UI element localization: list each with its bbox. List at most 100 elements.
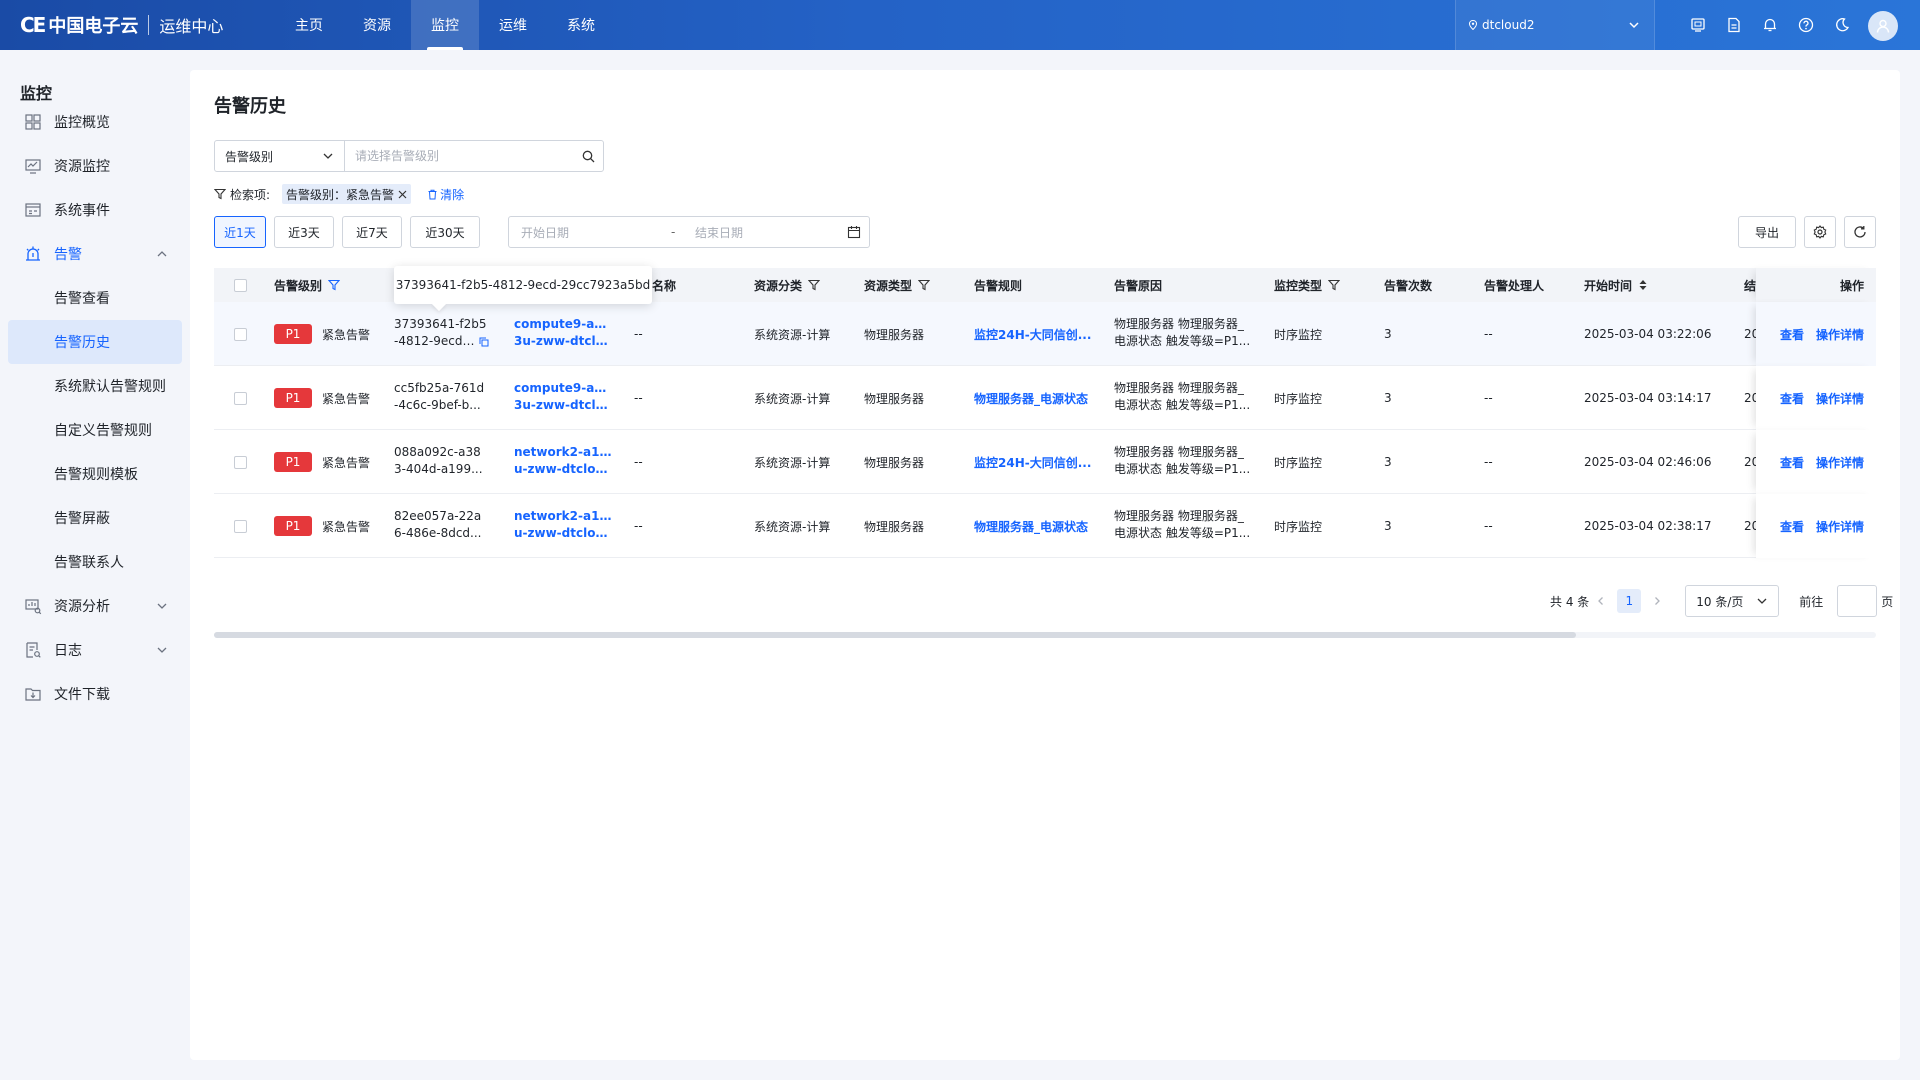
view-link[interactable]: 查看 [1780,454,1804,471]
sidebar-item-overview[interactable]: 监控概览 [8,100,182,144]
search-field-select[interactable]: 告警级别 [215,141,345,171]
copy-icon[interactable] [479,337,489,347]
row-checkbox[interactable] [234,430,247,494]
table-row[interactable]: P1 紧急告警 82ee057a-22a 6-486e-8dcd... networ… [214,494,1876,558]
nav-resource[interactable]: 资源 [343,0,411,50]
sidebar-item-label: 告警 [54,247,82,263]
rule-link[interactable]: 物理服务器_电源状态 [974,366,1094,430]
filter-label-text: 检索项: [230,187,271,202]
sidebar-item-resource-monitor[interactable]: 资源监控 [8,144,182,188]
header-monitor-type: 监控类型 [1274,268,1341,302]
ops-cell: 查看 操作详情 [1756,302,1876,366]
range-7days-button[interactable]: 近7天 [342,216,402,248]
range-1day-button[interactable]: 近1天 [214,216,266,248]
priority-badge: P1 [274,324,312,344]
op-detail-link[interactable]: 操作详情 [1816,518,1864,535]
select-all-checkbox[interactable] [234,268,247,302]
object-name-cell: -- [634,391,643,405]
nav-home[interactable]: 主页 [275,0,343,50]
object-id-link[interactable]: compute9-a14-2 3u-zww-dtclou... [514,366,614,430]
console-icon[interactable] [1680,0,1716,50]
search-button[interactable] [573,141,603,171]
sidebar-sub-alarm-view[interactable]: 告警查看 [8,276,182,320]
object-id-link[interactable]: compute9-a14-2 3u-zww-dtclou... [514,302,614,366]
row-checkbox[interactable] [234,302,247,366]
op-detail-link[interactable]: 操作详情 [1816,454,1864,471]
level-text: 紧急告警 [322,391,371,406]
sidebar-item-resource-analysis[interactable]: 资源分析 [8,584,182,628]
nav-ops[interactable]: 运维 [479,0,547,50]
sidebar-item-alarm[interactable]: 告警 [8,232,182,276]
filter-icon[interactable] [808,279,821,291]
row-checkbox[interactable] [234,366,247,430]
chevron-down-icon [1629,22,1639,29]
end-date-input[interactable]: 结束日期 [695,224,847,241]
region-selector[interactable]: dtcloud2 [1455,0,1655,50]
rule-link[interactable]: 物理服务器_电源状态 [974,494,1094,558]
sidebar-sub-alarm-history[interactable]: 告警历史 [8,320,182,364]
view-link[interactable]: 查看 [1780,390,1804,407]
top-bar: CE 中国电子云 运维中心 主页 资源 监控 运维 系统 dtcloud2 [0,0,1920,50]
sidebar-sub-rule-templates[interactable]: 告警规则模板 [8,452,182,496]
horizontal-scrollbar[interactable] [214,632,1876,638]
filter-icon[interactable] [328,279,341,291]
op-detail-link[interactable]: 操作详情 [1816,326,1864,343]
export-button[interactable]: 导出 [1738,216,1796,248]
end-time-cell: 20 [1744,327,1756,341]
rule-link[interactable]: 监控24H-大同信创... [974,302,1094,366]
header-rule: 告警规则 [974,278,1023,293]
refresh-button[interactable] [1844,216,1876,248]
nav-monitor[interactable]: 监控 [411,0,479,50]
sidebar-sub-default-rules[interactable]: 系统默认告警规则 [8,364,182,408]
header-count: 告警次数 [1384,278,1433,293]
page-number[interactable]: 1 [1617,589,1642,613]
view-link[interactable]: 查看 [1780,518,1804,535]
filter-icon[interactable] [918,279,931,291]
sidebar-sub-custom-rules[interactable]: 自定义告警规则 [8,408,182,452]
view-link[interactable]: 查看 [1780,326,1804,343]
goto-page-input[interactable] [1837,585,1878,617]
table-row[interactable]: P1 紧急告警 088a092c-a38 3-404d-a199... networ… [214,430,1876,494]
sidebar-sub-alarm-contacts[interactable]: 告警联系人 [8,540,182,584]
help-icon[interactable] [1788,0,1824,50]
start-time-cell: 2025-03-04 02:38:17 [1584,519,1712,533]
sidebar-item-file-download[interactable]: 文件下载 [8,672,182,716]
object-id-link[interactable]: network2-a14-31 u-zww-dtcloud2 [514,494,614,558]
op-detail-link[interactable]: 操作详情 [1816,390,1864,407]
table-row[interactable]: P1 紧急告警 37393641-f2b5 -4812-9ecd-... compu… [214,302,1876,366]
sidebar-item-system-events[interactable]: 系统事件 [8,188,182,232]
sidebar-item-log[interactable]: 日志 [8,628,182,672]
next-page-button[interactable] [1645,596,1669,606]
filter-icon[interactable] [1328,279,1341,291]
search-input[interactable] [345,141,573,171]
sort-icon[interactable] [1638,279,1648,291]
settings-button[interactable] [1804,216,1836,248]
reason-line2: 电源状态 触发等级=P1... [1114,334,1251,348]
rule-link[interactable]: 监控24H-大同信创... [974,430,1094,494]
range-3days-button[interactable]: 近3天 [274,216,334,248]
row-checkbox[interactable] [234,494,247,558]
ops-cell: 查看 操作详情 [1756,430,1876,494]
table-row[interactable]: P1 紧急告警 cc5fb25a-761d -4c6c-9bef-b... comp… [214,366,1876,430]
type-cell: 物理服务器 [864,455,925,470]
moon-icon[interactable] [1824,0,1860,50]
date-range-picker[interactable]: 开始日期 - 结束日期 [508,216,870,248]
bell-icon[interactable] [1752,0,1788,50]
object-id-link[interactable]: network2-a14-31 u-zww-dtcloud2 [514,430,614,494]
sidebar-item-label: 监控概览 [54,115,110,131]
logo[interactable]: CE 中国电子云 运维中心 [0,0,275,50]
sidebar-sub-alarm-shield[interactable]: 告警屏蔽 [8,496,182,540]
prev-page-button[interactable] [1589,596,1613,606]
chip-close-icon[interactable] [398,190,407,199]
start-date-input[interactable]: 开始日期 [521,224,671,241]
reason-cell: 物理服务器 物理服务器_ 电源状态 触发等级=P1... [1114,302,1254,366]
nav-system[interactable]: 系统 [547,0,615,50]
page-size-select[interactable]: 10 条/页 [1685,585,1780,617]
user-avatar[interactable] [1868,11,1898,41]
scrollbar-thumb[interactable] [214,632,1576,638]
document-icon[interactable] [1716,0,1752,50]
range-30days-button[interactable]: 近30天 [410,216,480,248]
end-time-cell: 20 [1744,519,1756,533]
filter-label: 检索项: [214,186,270,203]
clear-filters-link[interactable]: 清除 [427,186,464,203]
